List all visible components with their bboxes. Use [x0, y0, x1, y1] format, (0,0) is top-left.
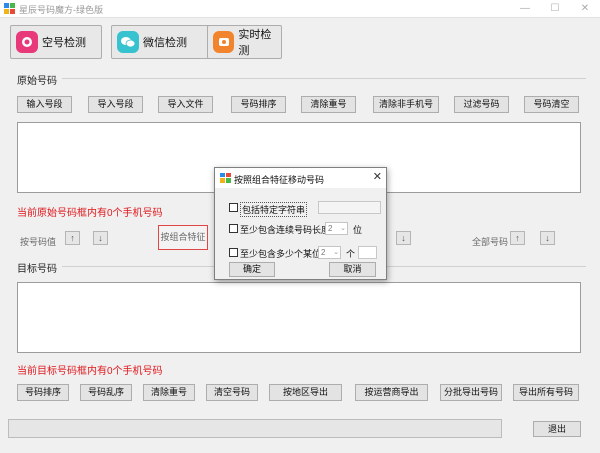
window-title: 星辰号码魔方-绿色版: [19, 5, 103, 15]
source-count-note: 当前原始号码框内有0个手机号码: [17, 208, 163, 219]
exit-button[interactable]: 退出: [533, 421, 581, 437]
target-section-label: 目标号码: [17, 264, 57, 275]
wechat-check-label: 微信检测: [143, 37, 187, 49]
dialog-title: 按照组合特征移动号码: [234, 175, 325, 185]
down-arrow-icon: ↓: [545, 233, 550, 243]
remove-non-mobile-button[interactable]: 清除非手机号: [373, 96, 439, 113]
move-up-by-value-button[interactable]: ↑: [65, 231, 80, 245]
target-remove-duplicates-button[interactable]: 清除重号: [143, 384, 195, 401]
include-string-checkbox[interactable]: [229, 203, 238, 212]
filter-numbers-button[interactable]: 过滤号码: [454, 96, 509, 113]
close-button[interactable]: ✕: [570, 1, 600, 16]
dialog-app-icon: [220, 173, 231, 183]
digit-count-checkbox[interactable]: [229, 248, 238, 257]
import-segment-button[interactable]: 导入号段: [88, 96, 143, 113]
include-string-label: 包括特定字符串: [240, 202, 308, 217]
check-circle-icon: [16, 31, 38, 53]
spinner-down-icon: ⌄: [340, 225, 346, 232]
all-numbers-label: 全部号码: [472, 237, 509, 247]
target-clear-button[interactable]: 清空号码: [206, 384, 258, 401]
consecutive-length-checkbox[interactable]: [229, 224, 238, 233]
app-logo-icon: [4, 3, 15, 14]
wechat-icon: [117, 31, 139, 53]
maximize-button[interactable]: ☐: [540, 1, 570, 16]
clear-numbers-button[interactable]: 号码清空: [524, 96, 579, 113]
consecutive-length-unit: 位: [353, 225, 363, 235]
dialog-ok-button[interactable]: 确定: [229, 262, 275, 277]
digit-count-label: 至少包含多少个某位数: [240, 249, 331, 259]
empty-number-check-button[interactable]: 空号检测: [10, 25, 102, 59]
include-string-input[interactable]: [318, 201, 381, 214]
input-segment-button[interactable]: 输入号段: [17, 96, 72, 113]
minimize-button[interactable]: —: [510, 1, 540, 16]
title-bar: 星辰号码魔方-绿色版 — ☐ ✕: [0, 0, 600, 18]
dialog-cancel-button[interactable]: 取消: [329, 262, 376, 277]
up-arrow-icon: ↑: [515, 233, 520, 243]
digit-count-value: 2: [321, 248, 326, 257]
digit-input[interactable]: [358, 246, 377, 259]
target-count-note: 当前目标号码框内有0个手机号码: [17, 366, 163, 377]
down-arrow-icon: ↓: [98, 233, 103, 243]
export-in-batches-button[interactable]: 分批导出号码: [440, 384, 502, 401]
export-by-region-button[interactable]: 按地区导出: [269, 384, 342, 401]
dialog-title-bar: 按照组合特征移动号码 ✕: [215, 168, 386, 188]
remove-duplicates-button[interactable]: 清除重号: [301, 96, 356, 113]
by-feature-button[interactable]: 按组合特征: [158, 225, 208, 250]
realtime-check-label: 实时检测: [238, 29, 272, 57]
empty-number-check-label: 空号检测: [42, 37, 86, 49]
target-numbers-textarea[interactable]: [17, 282, 581, 353]
realtime-icon: [213, 31, 235, 53]
target-sort-button[interactable]: 号码排序: [17, 384, 69, 401]
consecutive-length-spinner[interactable]: 2 ⌄: [325, 222, 348, 235]
move-down-by-value-button[interactable]: ↓: [93, 231, 108, 245]
target-shuffle-button[interactable]: 号码乱序: [80, 384, 132, 401]
move-by-feature-dialog: 按照组合特征移动号码 ✕ 包括特定字符串 至少包含连续号码长度为 2 ⌄ 位 至…: [214, 167, 387, 280]
section-divider: [62, 78, 586, 79]
sort-numbers-button[interactable]: 号码排序: [231, 96, 286, 113]
dialog-close-button[interactable]: ✕: [373, 170, 382, 183]
digit-count-unit: 个: [346, 249, 356, 259]
move-down-by-feature-button[interactable]: ↓: [396, 231, 411, 245]
up-arrow-icon: ↑: [70, 233, 75, 243]
source-section-label: 原始号码: [17, 76, 57, 87]
consecutive-length-value: 2: [328, 224, 333, 233]
import-file-button[interactable]: 导入文件: [158, 96, 213, 113]
digit-count-spinner[interactable]: 2 ⌄: [318, 246, 341, 259]
move-up-all-button[interactable]: ↑: [510, 231, 525, 245]
export-by-carrier-button[interactable]: 按运营商导出: [355, 384, 428, 401]
wechat-check-button[interactable]: 微信检测: [111, 25, 212, 59]
by-value-label: 按号码值: [20, 237, 57, 247]
down-arrow-icon: ↓: [401, 233, 406, 243]
realtime-check-button[interactable]: 实时检测: [207, 25, 282, 59]
export-all-button[interactable]: 导出所有号码: [513, 384, 579, 401]
spinner-down-icon: ⌄: [333, 249, 339, 256]
move-down-all-button[interactable]: ↓: [540, 231, 555, 245]
progress-bar: [8, 419, 502, 438]
